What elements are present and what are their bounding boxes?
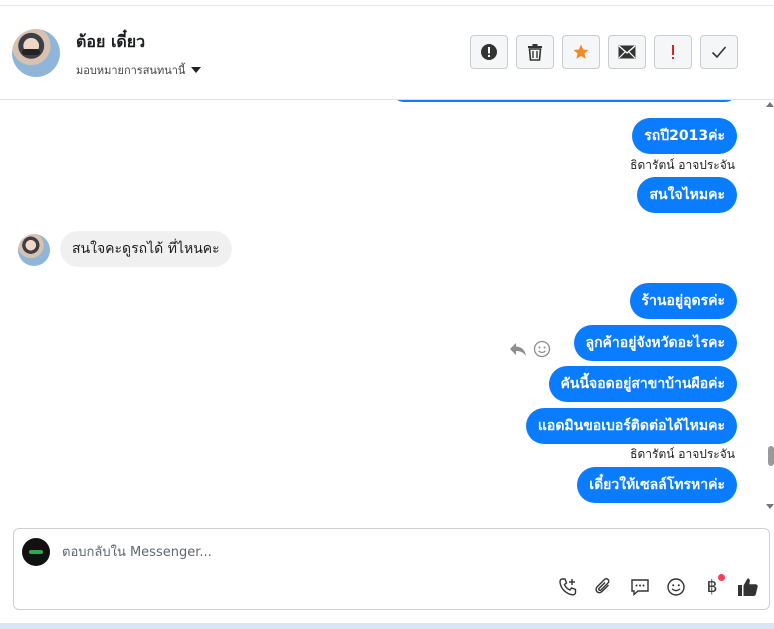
assign-conversation-dropdown[interactable]: มอบหมายการสนทนานี้ [76, 61, 202, 79]
paperclip-icon[interactable] [593, 576, 615, 598]
exclamation-circle-icon [481, 44, 497, 60]
checkmark-icon [711, 46, 727, 59]
message-bubble-outgoing[interactable]: คันนี้จอดอยู่สาขาบ้านผือค่ะ [548, 366, 737, 402]
conversation-header: ต้อย เดี๋ยว มอบหมายการสนทนานี้ [0, 0, 774, 100]
page-avatar [22, 538, 50, 566]
delete-button[interactable] [516, 35, 554, 69]
scrollbar-thumb[interactable] [768, 446, 774, 466]
star-icon [573, 44, 589, 59]
reply-input[interactable] [62, 541, 662, 563]
scroll-up-arrow-icon[interactable] [766, 102, 774, 107]
message-actions [509, 340, 551, 358]
reply-icon[interactable] [509, 341, 527, 357]
mark-unread-button[interactable] [608, 35, 646, 69]
exclamation-icon [672, 45, 674, 59]
sender-name: ธิดารัตน์ อาจประจัน [630, 447, 735, 461]
message-bubble-outgoing[interactable]: เดี๋ยวให้เซลล์โทรหาค่ะ [577, 467, 737, 503]
baht-symbol: ฿ [706, 577, 718, 597]
phone-add-icon[interactable] [557, 576, 579, 598]
caret-down-icon [191, 67, 202, 73]
top-divider [0, 5, 774, 6]
message-bubble-outgoing[interactable]: แอดมินขอเบอร์ติดต่อได้ไหมคะ [525, 408, 737, 444]
reply-composer: ฿ [13, 528, 770, 610]
scroll-down-arrow-icon[interactable] [766, 504, 774, 509]
message-thread[interactable]: รถปี2013ค่ะ ธิดารัตน์ อาจประจัน สนใจไหมค… [0, 100, 774, 516]
spam-button[interactable] [470, 35, 508, 69]
message-bubble-outgoing[interactable]: สนใจไหมคะ [637, 177, 737, 213]
composer-tools: ฿ [557, 574, 759, 598]
saved-replies-icon[interactable] [629, 576, 651, 598]
conversation-toolbar [470, 35, 738, 69]
envelope-icon [618, 45, 636, 59]
sender-name: ธิดารัตน์ อาจประจัน [630, 158, 735, 172]
notification-dot [718, 574, 725, 581]
star-button[interactable] [562, 35, 600, 69]
message-bubble-outgoing[interactable]: รถปี2013ค่ะ [632, 118, 737, 154]
bottom-bar [0, 623, 774, 629]
thumbs-up-icon[interactable] [737, 576, 759, 598]
mark-done-button[interactable] [700, 35, 738, 69]
follow-up-button[interactable] [654, 35, 692, 69]
contact-avatar-small[interactable] [18, 234, 50, 266]
message-bubble-incoming[interactable]: สนใจคะดูรถได้ ที่ไหนคะ [60, 231, 232, 267]
contact-avatar[interactable] [12, 29, 60, 77]
contact-name[interactable]: ต้อย เดี๋ยว [76, 30, 145, 55]
message-bubble-outgoing[interactable]: ลูกค้าอยู่จังหวัดอะไรคะ [573, 325, 737, 361]
baht-icon[interactable]: ฿ [701, 574, 725, 598]
trash-icon [528, 44, 542, 61]
assign-label: มอบหมายการสนทนานี้ [76, 64, 186, 77]
message-bubble-outgoing[interactable]: ร้านอยู่อุดรค่ะ [629, 283, 737, 319]
emoji-reaction-icon[interactable] [533, 340, 551, 358]
emoji-icon[interactable] [665, 576, 687, 598]
message-bubble-partial [392, 100, 737, 102]
